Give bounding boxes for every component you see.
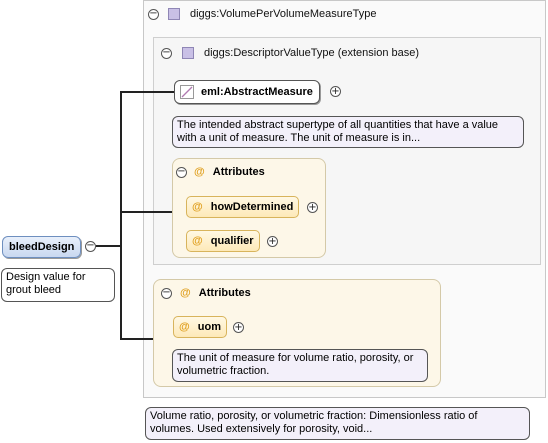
element-abstract-measure[interactable]: eml:AbstractMeasure xyxy=(174,80,320,104)
uom-documentation: The unit of measure for volume ratio, po… xyxy=(172,349,428,382)
extension-collapse-icon[interactable]: − xyxy=(161,48,172,59)
root-element-bleedDesign[interactable]: bleedDesign xyxy=(2,236,82,258)
qualifier-expand-icon[interactable]: + xyxy=(267,236,278,247)
outer-attributes-label: Attributes xyxy=(198,287,251,299)
complex-type-icon xyxy=(168,8,180,20)
inner-attributes-label: Attributes xyxy=(212,166,265,178)
attribute-qualifier[interactable]: @ qualifier xyxy=(186,230,260,252)
abstract-measure-label: eml:AbstractMeasure xyxy=(201,86,313,98)
inner-attributes-collapse-icon[interactable]: − xyxy=(176,167,187,178)
root-element-label: bleedDesign xyxy=(9,241,75,253)
type-doc-line2: volumes. Used extensively for porosity, … xyxy=(150,423,373,435)
outer-attributes-collapse-icon[interactable]: − xyxy=(161,288,172,299)
attribute-icon: @ xyxy=(192,235,203,247)
connector-outer-attributes xyxy=(120,338,154,340)
abstract-doc-line2: with a unit of measure. The unit of meas… xyxy=(177,132,421,144)
howDetermined-expand-icon[interactable]: + xyxy=(307,202,318,213)
extension-base-name: diggs:DescriptorValueType (extension bas… xyxy=(204,47,420,59)
attribute-icon: @ xyxy=(194,166,205,178)
root-collapse-icon[interactable]: − xyxy=(85,241,96,252)
abstract-expand-icon[interactable]: + xyxy=(330,86,341,97)
root-doc-line1: Design value for xyxy=(6,271,86,283)
attribute-icon: @ xyxy=(192,201,203,213)
uom-doc-line1: The unit of measure for volume ratio, po… xyxy=(177,352,414,364)
type-name: diggs:VolumePerVolumeMeasureType xyxy=(190,8,377,20)
connector-root-horizontal xyxy=(96,245,122,247)
uom-doc-line2: volumetric fraction. xyxy=(177,365,270,377)
abstract-element-icon xyxy=(180,85,194,99)
type-collapse-icon[interactable]: − xyxy=(148,9,159,20)
connector-abstract xyxy=(120,91,174,93)
attribute-howDetermined[interactable]: @ howDetermined xyxy=(186,196,300,218)
inner-attributes-title: @ Attributes xyxy=(194,166,265,178)
abstract-doc-line1: The intended abstract supertype of all q… xyxy=(177,119,499,131)
extension-type-icon xyxy=(182,47,194,59)
outer-attributes-title: @ Attributes xyxy=(180,287,251,299)
attribute-icon: @ xyxy=(180,287,191,299)
attribute-icon: @ xyxy=(179,321,190,333)
root-doc-line2: grout bleed xyxy=(6,284,62,296)
uom-expand-icon[interactable]: + xyxy=(233,322,244,333)
root-documentation: Design value for grout bleed xyxy=(1,268,115,302)
connector-vertical xyxy=(120,91,122,340)
abstract-measure-documentation: The intended abstract supertype of all q… xyxy=(172,116,524,148)
type-doc-line1: Volume ratio, porosity, or volumetric fr… xyxy=(150,410,478,422)
attribute-uom[interactable]: @ uom xyxy=(173,316,228,338)
type-documentation: Volume ratio, porosity, or volumetric fr… xyxy=(145,407,530,440)
connector-inner-attributes xyxy=(120,211,174,213)
attribute-label: howDetermined xyxy=(210,201,294,213)
attribute-label: qualifier xyxy=(210,235,254,247)
attribute-label: uom xyxy=(197,321,222,333)
